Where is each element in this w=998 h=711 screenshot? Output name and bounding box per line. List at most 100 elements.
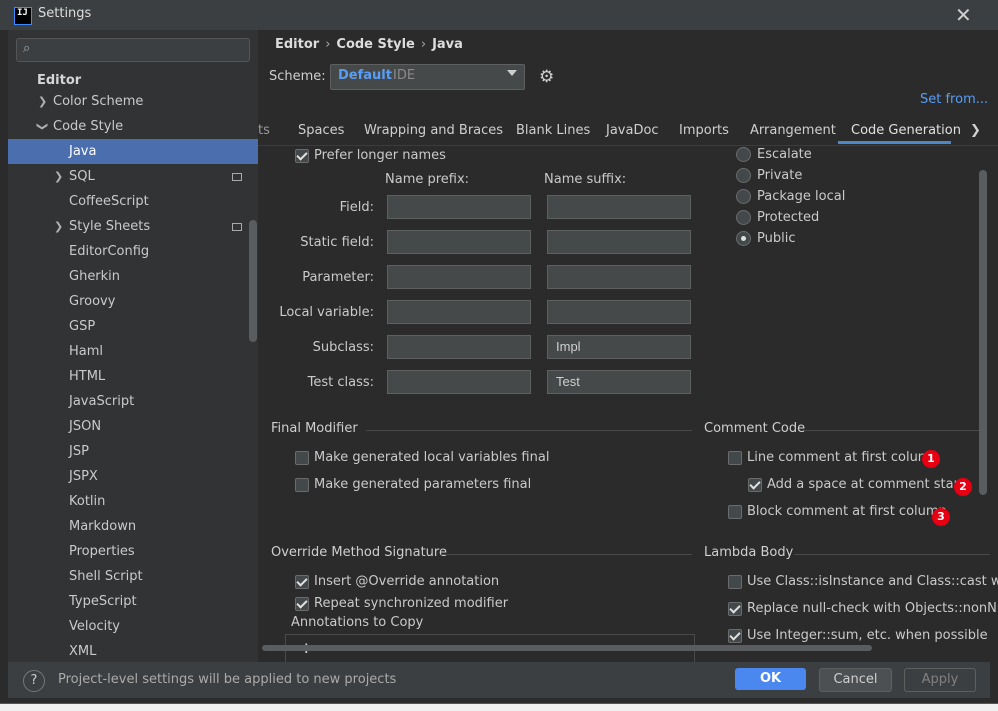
sidebar-item-gsp[interactable]: GSP [8,314,258,339]
sidebar-item-typescript[interactable]: TypeScript [8,589,258,614]
tab-partial[interactable]: ts [258,123,270,138]
cancel-button[interactable]: Cancel [819,668,892,692]
sidebar-item-groovy[interactable]: Groovy [8,289,258,314]
visibility-package-local-radio[interactable] [736,189,751,204]
local-variable-suffix-text[interactable] [554,303,688,320]
scheme-dropdown[interactable]: Default IDE [330,64,525,90]
test-class-prefix-text[interactable] [394,373,528,390]
local-variable-prefix-input[interactable] [387,300,531,324]
tab-code-generation[interactable]: Code Generation [851,123,961,138]
section-divider [366,430,692,431]
breadcrumb-java: Java [432,37,463,52]
tab-blank-lines[interactable]: Blank Lines [516,123,590,138]
integer-sum-label: Use Integer::sum, etc. when possible [747,628,988,643]
add-space-comment-start-checkbox[interactable] [748,478,762,492]
repeat-synchronized-checkbox[interactable] [295,597,309,611]
sidebar-item-style-sheets[interactable]: ❯ Style Sheets [8,214,258,239]
block-comment-first-column-checkbox[interactable] [728,505,742,519]
field-prefix-text[interactable] [394,198,528,215]
static-field-prefix-input[interactable] [387,230,531,254]
static-field-prefix-text[interactable] [394,233,528,250]
integer-sum-checkbox[interactable] [728,629,742,643]
local-variable-prefix-text[interactable] [394,303,528,320]
test-class-suffix-input[interactable] [547,370,691,394]
sidebar-item-jspx[interactable]: JSPX [8,464,258,489]
subclass-suffix-text[interactable] [554,338,688,355]
field-suffix-input[interactable] [547,195,691,219]
annotations-to-copy-label: Annotations to Copy [291,615,424,630]
close-icon[interactable]: ✕ [955,3,972,27]
content-vertical-scrollbar[interactable] [979,170,987,495]
sidebar-item-color-scheme[interactable]: ❯ Color Scheme [8,89,258,114]
prefer-longer-names-checkbox[interactable] [295,149,309,163]
set-from-link[interactable]: Set from... [920,92,988,107]
field-prefix-input[interactable] [387,195,531,219]
scheme-scope: IDE [393,68,416,83]
breadcrumb-separator: › [325,37,331,52]
content-horizontal-scrollbar[interactable] [262,645,872,651]
sidebar-item-xml[interactable]: XML [8,639,258,662]
visibility-public-radio[interactable] [736,231,751,246]
insert-override-checkbox[interactable] [295,575,309,589]
line-comment-first-column-label: Line comment at first column [747,450,939,465]
ok-button[interactable]: OK [735,668,806,690]
sidebar-item-shell-script[interactable]: Shell Script [8,564,258,589]
annotation-badge-3: 3 [932,508,950,526]
sidebar-item-markdown[interactable]: Markdown [8,514,258,539]
static-field-suffix-text[interactable] [554,233,688,250]
gear-icon[interactable]: ⚙ [539,67,554,87]
sidebar-item-javascript[interactable]: JavaScript [8,389,258,414]
help-icon[interactable]: ? [23,670,45,692]
tab-wrapping-and-braces[interactable]: Wrapping and Braces [364,123,503,138]
visibility-escalate-radio[interactable] [736,147,751,162]
subclass-prefix-text[interactable] [394,338,528,355]
final-params-checkbox[interactable] [295,478,309,492]
sidebar-item-json[interactable]: JSON [8,414,258,439]
subclass-prefix-input[interactable] [387,335,531,359]
replace-null-check-checkbox[interactable] [728,602,742,616]
tab-imports[interactable]: Imports [679,123,729,138]
parameter-suffix-text[interactable] [554,268,688,285]
chevron-down-icon[interactable]: ❯ [970,123,981,138]
tab-arrangement[interactable]: Arrangement [750,123,836,138]
replace-null-check-label: Replace null-check with Objects::nonNull… [747,601,998,616]
sidebar-item-gherkin[interactable]: Gherkin [8,264,258,289]
visibility-private-radio[interactable] [736,168,751,183]
chevron-right-icon: ❯ [38,95,48,108]
search-input[interactable] [43,41,247,58]
line-comment-first-column-checkbox[interactable] [728,451,742,465]
breadcrumb-editor: Editor [275,37,320,52]
final-local-vars-checkbox[interactable] [295,451,309,465]
parameter-suffix-input[interactable] [547,265,691,289]
lambda-body-title: Lambda Body [704,545,794,560]
sidebar-item-jsp[interactable]: JSP [8,439,258,464]
insert-override-label: Insert @Override annotation [314,574,500,589]
test-class-prefix-input[interactable] [387,370,531,394]
sidebar-scrollbar[interactable] [249,220,257,342]
sidebar-item-velocity[interactable]: Velocity [8,614,258,639]
parameter-prefix-input[interactable] [387,265,531,289]
class-isinstance-checkbox[interactable] [728,575,742,589]
sidebar-item-coffeescript[interactable]: CoffeeScript [8,189,258,214]
sidebar-item-html[interactable]: HTML [8,364,258,389]
test-class-suffix-text[interactable] [554,373,688,390]
static-field-suffix-input[interactable] [547,230,691,254]
parameter-prefix-text[interactable] [394,268,528,285]
tab-javadoc[interactable]: JavaDoc [606,123,659,138]
scheme-value: Default [338,68,392,83]
sidebar-item-haml[interactable]: Haml [8,339,258,364]
apply-button[interactable]: Apply [904,668,976,692]
settings-search-field[interactable]: ⌕ [16,38,250,62]
sidebar-item-sql[interactable]: ❯ SQL [8,164,258,189]
sidebar-item-java[interactable]: Java [8,139,258,164]
sidebar-item-code-style[interactable]: ❯ Code Style [8,114,258,139]
subclass-suffix-input[interactable] [547,335,691,359]
field-suffix-text[interactable] [554,198,688,215]
tab-spaces[interactable]: Spaces [298,123,344,138]
sidebar-item-editorconfig[interactable]: EditorConfig [8,239,258,264]
local-variable-suffix-input[interactable] [547,300,691,324]
visibility-public-label: Public [757,231,796,246]
sidebar-item-properties[interactable]: Properties [8,539,258,564]
visibility-protected-radio[interactable] [736,210,751,225]
sidebar-item-kotlin[interactable]: Kotlin [8,489,258,514]
